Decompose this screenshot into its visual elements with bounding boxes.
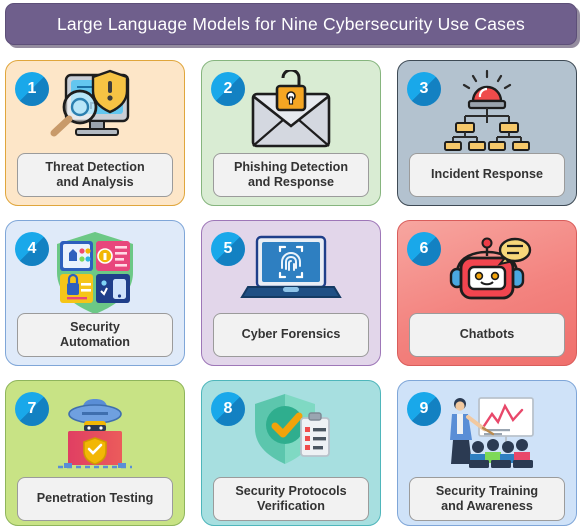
card-number-5: 5	[223, 240, 233, 257]
card-number-2: 2	[223, 80, 233, 97]
card-label-9-line2: and Awareness	[441, 499, 533, 513]
card-label-box-2: Phishing Detection and Response	[213, 153, 369, 197]
card-label-4-line2: Automation	[60, 335, 130, 349]
card-label-1-line1: Threat Detection	[45, 159, 145, 174]
card-label-1-line2: and Analysis	[56, 175, 134, 189]
card-number-9: 9	[419, 400, 429, 417]
card-number-badge-5: 5	[211, 232, 245, 266]
card-label-box-9: Security Training and Awareness	[409, 477, 565, 521]
card-label-8: Security Protocols Verification	[235, 484, 346, 515]
use-case-card-incident-response[interactable]: 3 Incident Response	[397, 60, 577, 206]
card-number-badge-6: 6	[407, 232, 441, 266]
card-label-box-6: Chatbots	[409, 313, 565, 357]
card-label-8-line1: Security Protocols	[235, 483, 347, 498]
use-case-card-security-protocols-verification[interactable]: 8 Security Protocols Verification	[201, 380, 381, 526]
card-label-6: Chatbots	[459, 327, 515, 342]
card-label-1: Threat Detection and Analysis	[45, 160, 144, 191]
use-case-grid: 1 Threat Detection and Analysis 2 Phishi…	[5, 60, 577, 526]
card-label-box-7: Penetration Testing	[17, 477, 173, 521]
card-label-box-1: Threat Detection and Analysis	[17, 153, 173, 197]
use-case-card-security-automation[interactable]: 4 Security Automation	[5, 220, 185, 366]
card-number-badge-4: 4	[15, 232, 49, 266]
use-case-card-cyber-forensics[interactable]: 5 Cyber Forensics	[201, 220, 381, 366]
use-case-card-penetration-testing[interactable]: 7 Penetration Testing	[5, 380, 185, 526]
card-number-4: 4	[27, 240, 37, 257]
card-label-2: Phishing Detection and Response	[234, 160, 348, 191]
card-label-2-line1: Phishing Detection	[233, 159, 349, 174]
page-title-bar: Large Language Models for Nine Cybersecu…	[5, 3, 577, 45]
card-number-6: 6	[419, 240, 429, 257]
use-case-card-chatbots[interactable]: 6 Chatbots	[397, 220, 577, 366]
use-case-card-security-training[interactable]: 9 Security Training and Awareness	[397, 380, 577, 526]
card-label-box-4: Security Automation	[17, 313, 173, 357]
infographic-root: Large Language Models for Nine Cybersecu…	[0, 0, 584, 530]
card-label-3: Incident Response	[431, 167, 543, 182]
use-case-card-phishing-detection[interactable]: 2 Phishing Detection and Response	[201, 60, 381, 206]
card-label-4: Security Automation	[60, 320, 130, 351]
card-number-badge-9: 9	[407, 392, 441, 426]
card-label-box-3: Incident Response	[409, 153, 565, 197]
card-label-4-line1: Security	[70, 319, 120, 334]
card-label-9: Security Training and Awareness	[436, 484, 538, 515]
card-label-8-line2: Verification	[257, 499, 325, 513]
card-number-badge-8: 8	[211, 392, 245, 426]
card-label-box-5: Cyber Forensics	[213, 313, 369, 357]
card-label-5: Cyber Forensics	[241, 327, 341, 342]
card-number-7: 7	[27, 400, 37, 417]
use-case-card-threat-detection[interactable]: 1 Threat Detection and Analysis	[5, 60, 185, 206]
card-number-badge-1: 1	[15, 72, 49, 106]
card-number-badge-3: 3	[407, 72, 441, 106]
card-label-box-8: Security Protocols Verification	[213, 477, 369, 521]
card-number-3: 3	[419, 80, 429, 97]
card-number-badge-7: 7	[15, 392, 49, 426]
card-label-2-line2: and Response	[247, 175, 335, 189]
card-label-9-line1: Security Training	[435, 483, 539, 498]
card-label-7: Penetration Testing	[36, 491, 154, 506]
card-number-badge-2: 2	[211, 72, 245, 106]
card-number-8: 8	[223, 400, 233, 417]
page-title: Large Language Models for Nine Cybersecu…	[57, 13, 525, 34]
card-number-1: 1	[27, 80, 37, 97]
